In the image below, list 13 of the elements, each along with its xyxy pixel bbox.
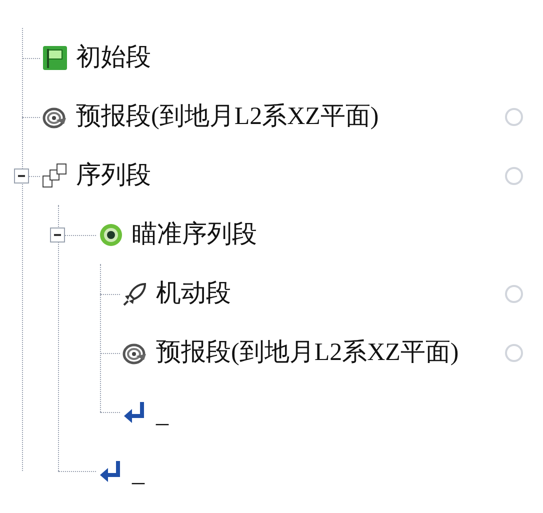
collapse-toggle[interactable] [14,168,29,183]
node-label[interactable]: 初始段 [76,38,151,76]
flag-icon [42,44,68,70]
target-icon [98,222,124,248]
node-label[interactable]: 序列段 [76,156,151,194]
node-label[interactable]: _ [156,396,168,433]
node-label[interactable]: 瞄准序列段 [132,216,257,254]
node-label[interactable]: 机动段 [156,274,231,312]
rocket-icon [122,280,148,306]
node-label[interactable]: _ [132,454,144,492]
node-label[interactable]: 预报段(到地月L2系XZ平面) [76,98,379,136]
collapse-toggle[interactable] [50,227,65,242]
node-label[interactable]: 预报段(到地月L2系XZ平面) [156,334,459,372]
